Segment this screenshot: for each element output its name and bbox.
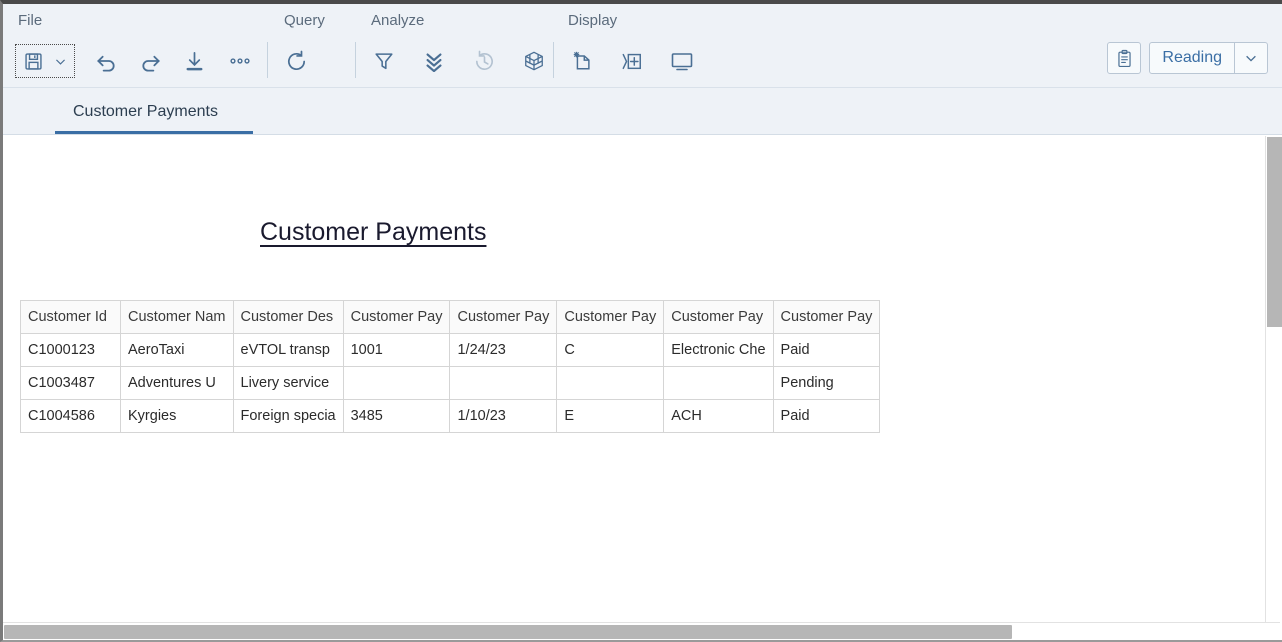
column-header-customer-pay-4[interactable]: Customer Pay <box>450 301 557 334</box>
view-mode-chevron-down-icon[interactable] <box>1235 43 1267 73</box>
save-split-button[interactable] <box>15 44 75 78</box>
cell-customer-pay-3[interactable]: 1001 <box>343 334 450 367</box>
cell-customer-pay-5[interactable] <box>557 367 664 400</box>
cube-icon[interactable] <box>515 43 553 79</box>
column-header-customer-pay-7[interactable]: Customer Pay <box>773 301 880 334</box>
tab-bar: Customer Payments <box>3 88 1282 135</box>
cell-customer-pay-6[interactable]: ACH <box>664 400 773 433</box>
ribbon-divider-1 <box>267 42 268 78</box>
ribbon-group-analyze <box>365 42 553 80</box>
more-options-icon[interactable] <box>221 43 259 79</box>
view-mode-label[interactable]: Reading <box>1150 43 1234 73</box>
table-header-row: Customer Id Customer Nam Customer Des Cu… <box>21 301 880 334</box>
cell-customer-pay-7[interactable]: Pending <box>773 367 880 400</box>
ribbon-group-label-analyze: Analyze <box>371 12 424 29</box>
cell-customer-pay-7[interactable]: Paid <box>773 334 880 367</box>
tab-active-indicator <box>55 131 253 134</box>
cell-customer-pay-4[interactable] <box>450 367 557 400</box>
report-canvas: Customer Payments Customer Id Customer N… <box>3 135 1282 638</box>
cell-customer-pay-4[interactable]: 1/24/23 <box>450 334 557 367</box>
column-header-customer-name[interactable]: Customer Nam <box>121 301 234 334</box>
vertical-scrollbar-thumb[interactable] <box>1267 137 1282 327</box>
cell-customer-desc[interactable]: Livery service <box>233 367 343 400</box>
table-row[interactable]: C1000123 AeroTaxi eVTOL transp 1001 1/24… <box>21 334 880 367</box>
cell-customer-desc[interactable]: Foreign specia <box>233 400 343 433</box>
undo-icon[interactable] <box>87 43 125 79</box>
cell-customer-id[interactable]: C1003487 <box>21 367 121 400</box>
cell-customer-pay-5[interactable]: C <box>557 334 664 367</box>
horizontal-scrollbar[interactable] <box>3 622 1280 640</box>
application-window: File Query Analyze Display <box>0 0 1282 642</box>
report-title: Customer Payments <box>260 218 486 247</box>
download-icon[interactable] <box>175 43 213 79</box>
horizontal-scrollbar-thumb[interactable] <box>4 625 1012 639</box>
cell-customer-pay-3[interactable] <box>343 367 450 400</box>
ribbon-right-controls: Reading <box>1107 42 1268 74</box>
column-header-customer-pay-5[interactable]: Customer Pay <box>557 301 664 334</box>
save-icon[interactable] <box>18 46 48 76</box>
ribbon-group-query <box>277 42 315 80</box>
cell-customer-id[interactable]: C1004586 <box>21 400 121 433</box>
report-table: Customer Id Customer Nam Customer Des Cu… <box>20 300 880 433</box>
cell-customer-pay-7[interactable]: Paid <box>773 400 880 433</box>
redo-icon[interactable] <box>131 43 169 79</box>
column-header-customer-pay-6[interactable]: Customer Pay <box>664 301 773 334</box>
cell-customer-desc[interactable]: eVTOL transp <box>233 334 343 367</box>
filter-icon[interactable] <box>365 43 403 79</box>
ribbon-group-label-display: Display <box>568 12 617 29</box>
cell-customer-id[interactable]: C1000123 <box>21 334 121 367</box>
tab-label: Customer Payments <box>73 103 218 121</box>
new-sheet-icon[interactable] <box>563 43 601 79</box>
expand-all-icon[interactable] <box>415 43 453 79</box>
column-header-customer-desc[interactable]: Customer Des <box>233 301 343 334</box>
cell-customer-pay-4[interactable]: 1/10/23 <box>450 400 557 433</box>
tab-customer-payments[interactable]: Customer Payments <box>55 88 236 135</box>
column-header-customer-pay-3[interactable]: Customer Pay <box>343 301 450 334</box>
report-table-body: C1000123 AeroTaxi eVTOL transp 1001 1/24… <box>21 334 880 433</box>
cell-customer-name[interactable]: Adventures U <box>121 367 234 400</box>
column-header-customer-id[interactable]: Customer Id <box>21 301 121 334</box>
vertical-scrollbar[interactable] <box>1265 136 1282 626</box>
clipboard-icon[interactable] <box>1107 42 1141 74</box>
ribbon-divider-3 <box>553 42 554 78</box>
report-table-head: Customer Id Customer Nam Customer Des Cu… <box>21 301 880 334</box>
table-row[interactable]: C1003487 Adventures U Livery service Pen… <box>21 367 880 400</box>
table-row[interactable]: C1004586 Kyrgies Foreign specia 3485 1/1… <box>21 400 880 433</box>
history-icon <box>465 43 503 79</box>
refresh-icon[interactable] <box>277 43 315 79</box>
cell-customer-name[interactable]: Kyrgies <box>121 400 234 433</box>
ribbon-group-display <box>563 42 701 80</box>
cell-customer-pay-6[interactable] <box>664 367 773 400</box>
ribbon-group-file <box>15 42 259 80</box>
insert-panel-icon[interactable] <box>613 43 651 79</box>
ribbon-toolbar: File Query Analyze Display <box>3 4 1282 88</box>
cell-customer-name[interactable]: AeroTaxi <box>121 334 234 367</box>
view-mode-split-button[interactable]: Reading <box>1149 42 1268 74</box>
screen-icon[interactable] <box>663 43 701 79</box>
cell-customer-pay-5[interactable]: E <box>557 400 664 433</box>
ribbon-group-label-query: Query <box>284 12 325 29</box>
ribbon-group-label-file: File <box>18 12 42 29</box>
ribbon-divider-2 <box>355 42 356 78</box>
cell-customer-pay-3[interactable]: 3485 <box>343 400 450 433</box>
save-dropdown-chevron-down-icon[interactable] <box>48 46 72 76</box>
cell-customer-pay-6[interactable]: Electronic Che <box>664 334 773 367</box>
